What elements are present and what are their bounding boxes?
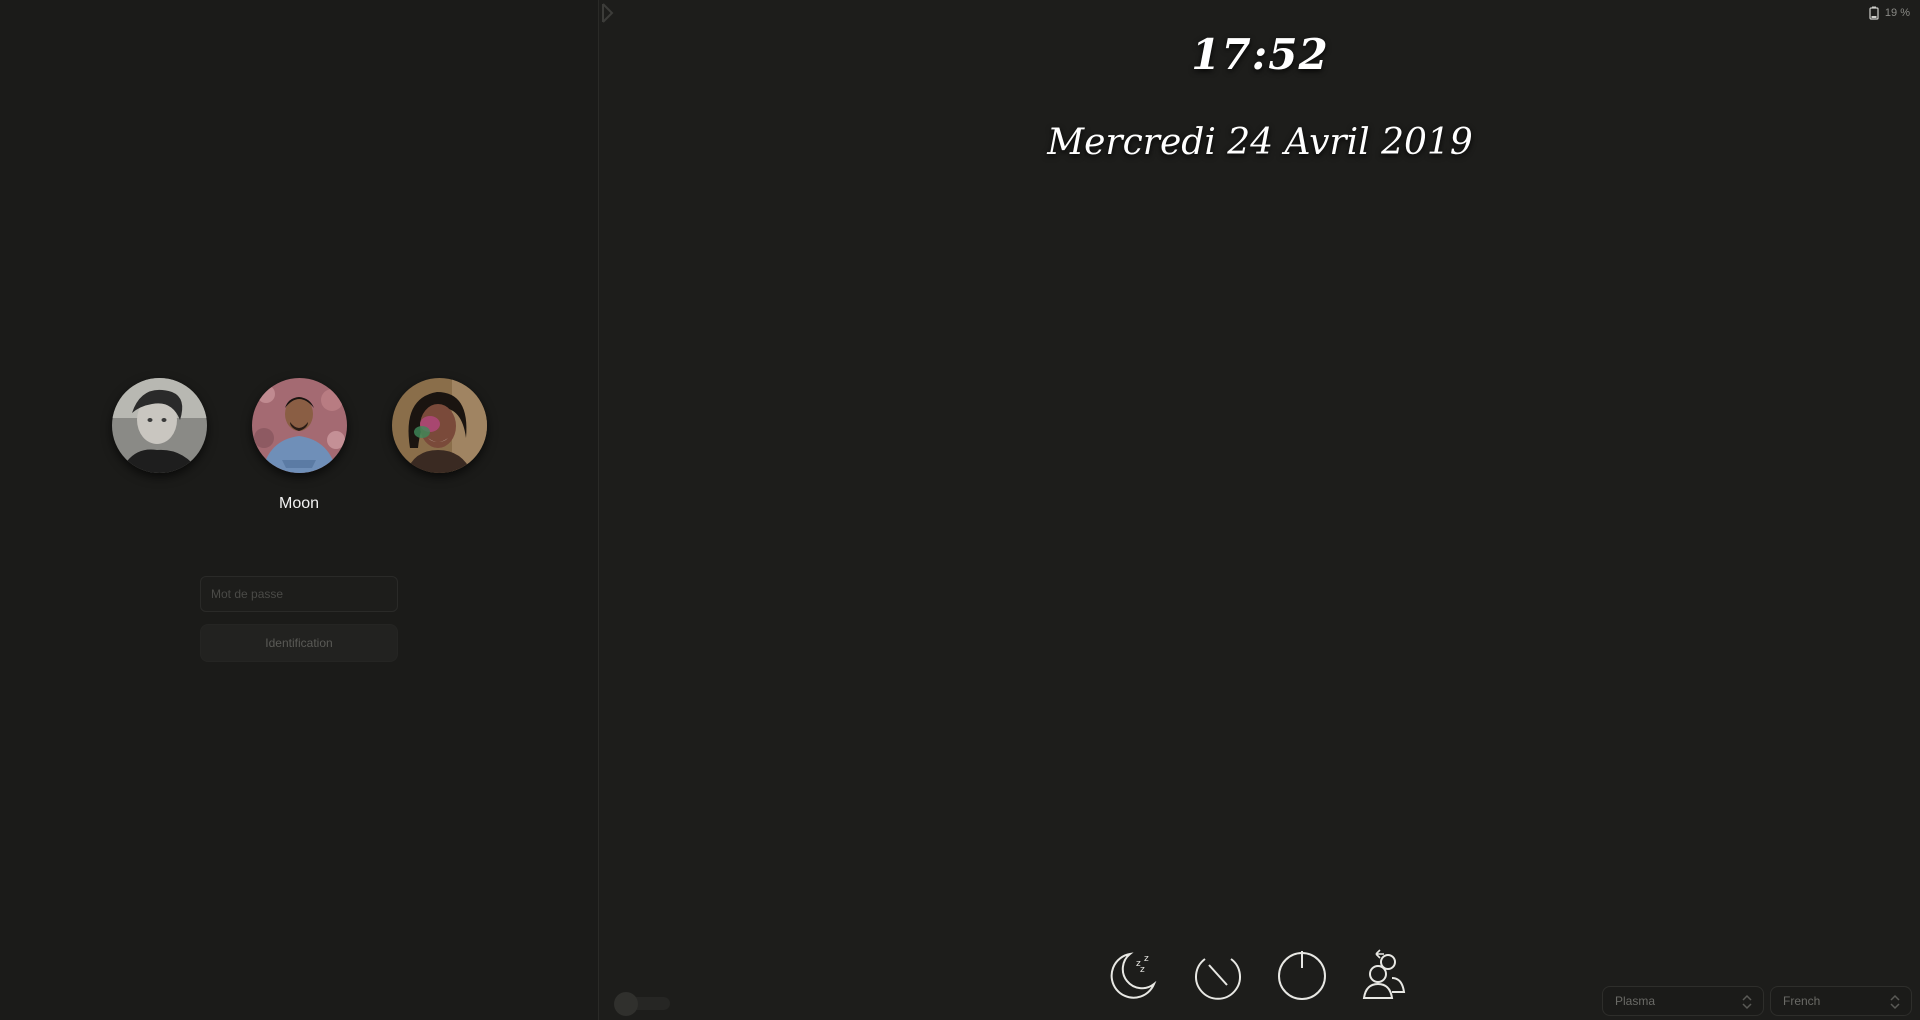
power-icon xyxy=(1278,951,1326,1000)
login-screen: Moon Identification 19 % 17:52 Mercredi … xyxy=(0,0,1920,1020)
keyboard-layout-select[interactable]: French xyxy=(1770,986,1912,1016)
moon-sleep-icon: z z z xyxy=(1110,952,1157,999)
sidebar-toggle-icon[interactable] xyxy=(600,2,614,24)
restart-icon xyxy=(1195,958,1241,1000)
user-avatar-3[interactable] xyxy=(392,378,487,473)
toggle-knob xyxy=(614,992,638,1016)
password-input[interactable] xyxy=(200,576,398,612)
selected-username: Moon xyxy=(278,495,320,512)
battery-level: 19 % xyxy=(1884,7,1910,19)
user-avatar-2[interactable] xyxy=(252,378,347,473)
chevron-up-down-icon xyxy=(1742,994,1752,1010)
shutdown-button[interactable] xyxy=(1275,948,1329,1002)
svg-text:z: z xyxy=(1144,954,1149,964)
user-avatar-3-image xyxy=(392,378,487,473)
user-avatar-2-image xyxy=(252,378,347,473)
switch-user-icon xyxy=(1362,949,1406,999)
clock-date: Mercredi 24 Avril 2019 xyxy=(1047,122,1473,163)
switch-user-button[interactable] xyxy=(1358,948,1412,1002)
user-avatar-1-image xyxy=(112,378,207,473)
login-button[interactable]: Identification xyxy=(200,624,398,662)
restart-button[interactable] xyxy=(1191,948,1245,1002)
suspend-button[interactable]: z z z xyxy=(1106,948,1160,1002)
battery-indicator: 19 % xyxy=(1869,6,1910,20)
clock-time: 17:52 xyxy=(1191,30,1329,79)
session-select-value: Plasma xyxy=(1615,994,1656,1008)
session-select[interactable]: Plasma xyxy=(1602,986,1764,1016)
battery-icon xyxy=(1869,6,1879,20)
chevron-up-down-icon xyxy=(1890,994,1900,1010)
user-avatar-1[interactable] xyxy=(112,378,207,473)
login-panel: Moon Identification xyxy=(0,0,599,1020)
virtual-keyboard-toggle[interactable] xyxy=(614,992,670,1016)
svg-text:z: z xyxy=(1140,965,1145,975)
keyboard-layout-value: French xyxy=(1783,994,1821,1008)
